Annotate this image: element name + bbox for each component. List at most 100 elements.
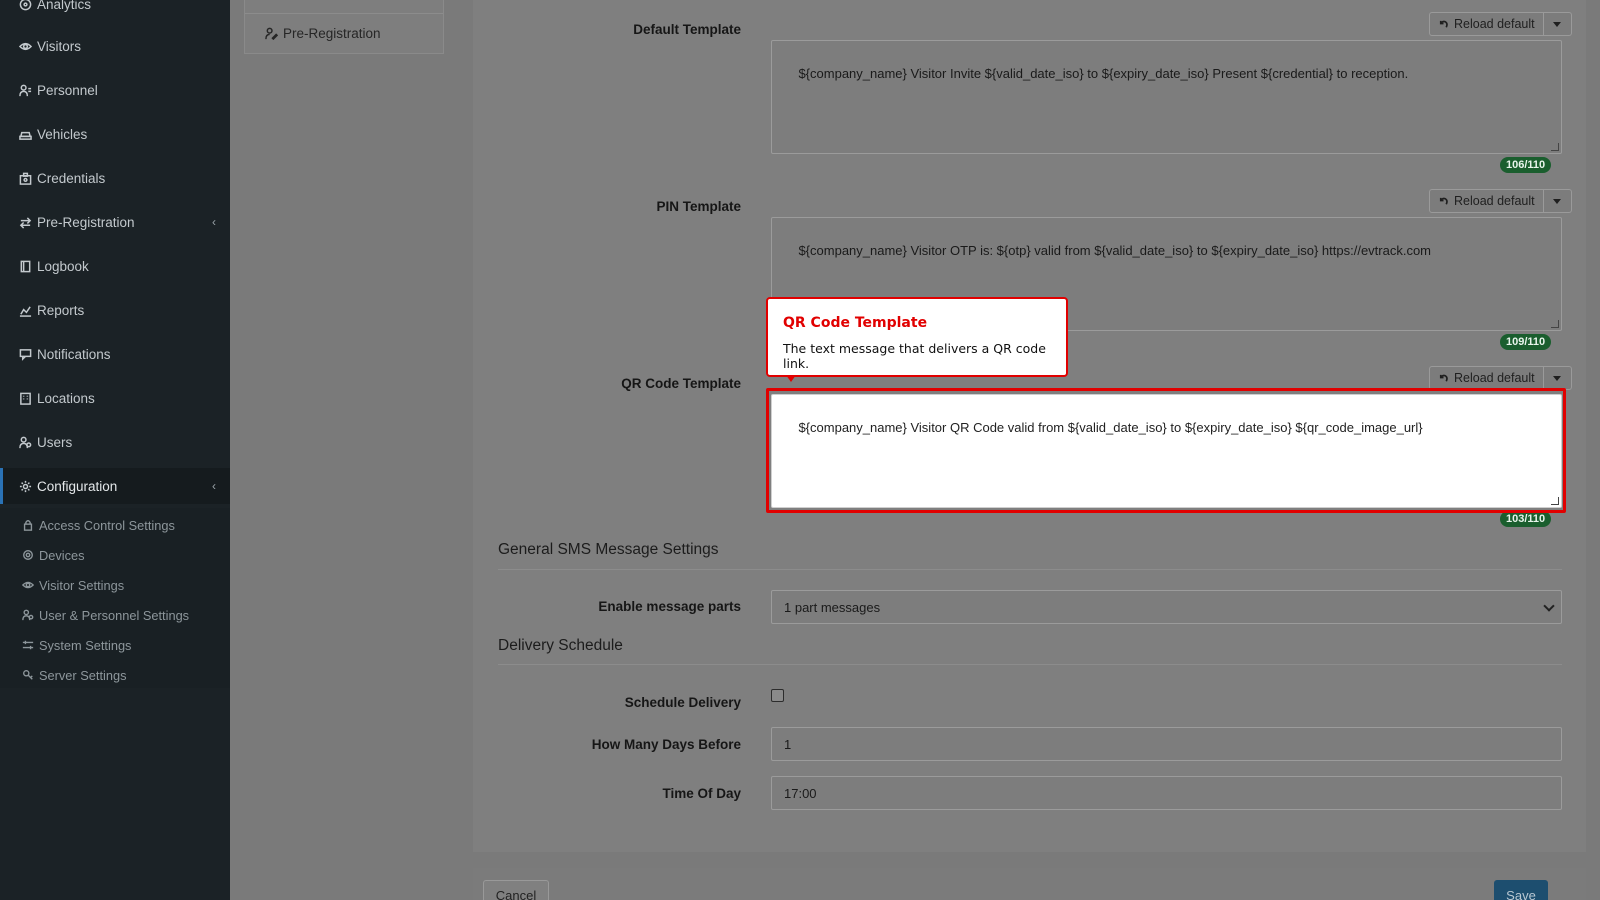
tooltip-title: QR Code Template xyxy=(783,315,928,331)
form-footer: Cancel Save xyxy=(473,868,1586,900)
chevron-left-icon: ‹ xyxy=(212,215,216,229)
tooltip-pointer xyxy=(786,375,796,382)
user-edit-icon xyxy=(265,27,278,40)
book-icon xyxy=(19,260,32,273)
pin-template-reload-group: Reload default xyxy=(1429,189,1572,213)
qr-template-label: QR Code Template xyxy=(621,376,741,391)
qr-template-reload-dropdown[interactable] xyxy=(1543,366,1572,390)
submenu-item-access-control[interactable]: Access Control Settings xyxy=(0,510,230,540)
submenu-item-label: System Settings xyxy=(39,637,132,653)
cancel-button[interactable]: Cancel xyxy=(483,880,549,900)
sidebar-item-visitors[interactable]: Visitors xyxy=(0,28,230,64)
reload-label: Reload default xyxy=(1454,371,1535,385)
car-icon xyxy=(19,128,32,141)
sidebar-item-reports[interactable]: Reports xyxy=(0,292,230,328)
time-of-day-label: Time Of Day xyxy=(662,786,741,801)
pin-template-value: ${company_name} Visitor OTP is: ${otp} v… xyxy=(798,243,1432,258)
default-template-textarea[interactable]: ${company_name} Visitor Invite ${valid_d… xyxy=(771,40,1562,154)
sidebar-item-credentials[interactable]: Credentials xyxy=(0,160,230,196)
exchange-icon xyxy=(19,216,32,229)
submenu-item-visitor-settings[interactable]: Visitor Settings xyxy=(0,570,230,600)
gear-icon xyxy=(19,480,32,493)
pin-template-label: PIN Template xyxy=(656,199,741,214)
sidebar-item-label: Vehicles xyxy=(37,126,88,142)
sidebar-item-logbook[interactable]: Logbook xyxy=(0,248,230,284)
sidebar-item-label: Credentials xyxy=(37,170,106,186)
default-template-value: ${company_name} Visitor Invite ${valid_d… xyxy=(798,66,1409,81)
submenu-item-server-settings[interactable]: Server Settings xyxy=(0,660,230,690)
server-icon xyxy=(22,669,34,681)
sidebar-item-notifications[interactable]: Notifications xyxy=(0,336,230,372)
save-button[interactable]: Save xyxy=(1494,880,1548,900)
sidebar-item-label: Users xyxy=(37,434,73,450)
sidebar-item-locations[interactable]: Locations xyxy=(0,380,230,416)
submenu-item-label: Access Control Settings xyxy=(39,517,175,533)
undo-icon xyxy=(1439,20,1448,28)
device-icon xyxy=(22,549,34,561)
sidebar-item-personnel[interactable]: Personnel xyxy=(0,72,230,108)
pin-template-reload-dropdown[interactable] xyxy=(1543,189,1572,213)
divider xyxy=(245,13,443,14)
default-template-reload-button[interactable]: Reload default xyxy=(1429,12,1544,36)
default-template-counter: 106/110 xyxy=(1500,157,1552,173)
sidebar-item-label: Personnel xyxy=(37,82,98,98)
pin-template-counter: 109/110 xyxy=(1500,334,1552,350)
sidebar-item-label: Visitors xyxy=(37,38,82,54)
caret-down-icon xyxy=(1553,375,1562,381)
secondary-nav-pre-registration[interactable]: Pre-Registration xyxy=(265,26,381,41)
default-template-reload-dropdown[interactable] xyxy=(1543,12,1572,36)
message-parts-select[interactable]: 1 part messages xyxy=(771,590,1562,624)
eye-icon xyxy=(22,579,34,591)
sidebar-item-pre-registration[interactable]: Pre-Registration ‹ xyxy=(0,204,230,240)
section-divider xyxy=(498,664,1562,665)
resize-handle[interactable] xyxy=(1551,320,1559,328)
tooltip-body: The text message that delivers a QR code… xyxy=(783,341,1046,371)
sidebar-item-label: Notifications xyxy=(37,346,111,362)
pin-template-reload-button[interactable]: Reload default xyxy=(1429,189,1544,213)
time-of-day-input[interactable]: 17:00 xyxy=(771,776,1562,810)
submenu-item-user-personnel-settings[interactable]: User & Personnel Settings xyxy=(0,600,230,630)
resize-handle[interactable] xyxy=(1551,143,1559,151)
personnel-icon xyxy=(19,84,32,97)
sidebar-item-analytics[interactable]: Analytics xyxy=(0,0,230,22)
users-icon xyxy=(19,436,32,449)
sidebar-item-configuration[interactable]: Configuration ‹ xyxy=(0,468,230,504)
sidebar: Analytics Visitors Personnel Vehicles Cr… xyxy=(0,0,230,900)
users-icon xyxy=(22,609,34,621)
configuration-submenu: Access Control Settings Devices Visitor … xyxy=(0,508,230,688)
submenu-item-devices[interactable]: Devices xyxy=(0,540,230,570)
sidebar-item-label: Reports xyxy=(37,302,85,318)
sidebar-item-vehicles[interactable]: Vehicles xyxy=(0,116,230,152)
sidebar-item-label: Analytics xyxy=(37,0,92,12)
submenu-item-label: Devices xyxy=(39,547,85,563)
chevron-left-icon: ‹ xyxy=(212,479,216,493)
submenu-item-system-settings[interactable]: System Settings xyxy=(0,630,230,660)
schedule-delivery-checkbox[interactable] xyxy=(771,689,784,702)
time-of-day-value: 17:00 xyxy=(784,785,817,801)
reload-label: Reload default xyxy=(1454,194,1535,208)
default-template-reload-group: Reload default xyxy=(1429,12,1572,36)
days-before-value: 1 xyxy=(784,736,792,752)
sidebar-item-users[interactable]: Users xyxy=(0,424,230,460)
chevron-down-icon xyxy=(1543,600,1555,612)
delivery-section-title: Delivery Schedule xyxy=(498,637,623,654)
reload-label: Reload default xyxy=(1454,17,1535,31)
schedule-delivery-label: Schedule Delivery xyxy=(624,695,741,710)
eye-icon xyxy=(19,40,32,53)
section-divider xyxy=(498,569,1562,570)
undo-icon xyxy=(1439,197,1448,205)
qr-template-reload-group: Reload default xyxy=(1429,366,1572,390)
sidebar-item-label: Configuration xyxy=(37,478,118,494)
qr-template-counter: 103/110 xyxy=(1500,511,1552,527)
default-template-label: Default Template xyxy=(633,22,741,37)
lock-icon xyxy=(22,519,34,531)
building-icon xyxy=(19,392,32,405)
days-before-input[interactable]: 1 xyxy=(771,727,1562,761)
submenu-item-label: User & Personnel Settings xyxy=(39,607,190,623)
caret-down-icon xyxy=(1553,21,1562,27)
days-before-label: How Many Days Before xyxy=(591,737,741,752)
submenu-item-label: Visitor Settings xyxy=(39,577,125,593)
message-icon xyxy=(19,348,32,361)
undo-icon xyxy=(1439,374,1448,382)
qr-template-reload-button[interactable]: Reload default xyxy=(1429,366,1544,390)
